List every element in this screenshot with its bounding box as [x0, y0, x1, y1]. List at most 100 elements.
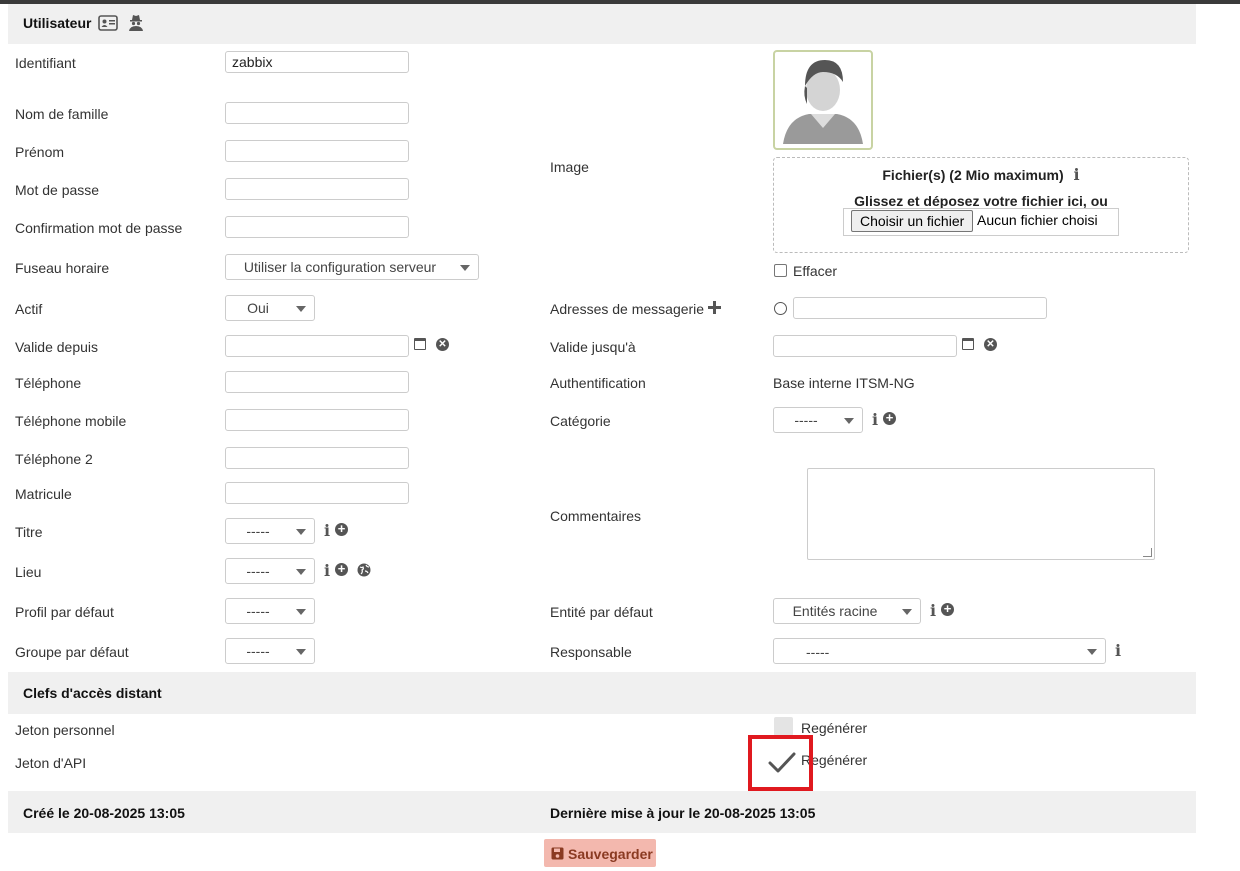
- id-card-icon[interactable]: [98, 15, 118, 34]
- timezone-select[interactable]: Utiliser la configuration serveur: [225, 254, 479, 280]
- label-commentaires: Commentaires: [550, 508, 642, 524]
- label-telephone: Téléphone: [15, 375, 82, 391]
- calendar-icon[interactable]: [962, 338, 974, 350]
- label-authentification: Authentification: [550, 375, 646, 391]
- file-input[interactable]: Choisir un fichier Aucun fichier choisi: [843, 208, 1119, 236]
- no-file-text: Aucun fichier choisi: [977, 212, 1098, 228]
- group-value: -----: [246, 643, 270, 659]
- label-tel2: Téléphone 2: [15, 451, 93, 467]
- resize-handle[interactable]: [1143, 548, 1152, 557]
- chevron-down-icon: [460, 265, 470, 271]
- label-effacer: Effacer: [793, 263, 838, 279]
- entity-select[interactable]: Entités racine: [773, 598, 921, 624]
- group-select[interactable]: -----: [225, 638, 315, 664]
- label-entite: Entité par défaut: [550, 604, 653, 620]
- responsable-value: -----: [806, 644, 830, 660]
- info-icon[interactable]: i: [324, 561, 330, 580]
- chevron-down-icon: [902, 609, 912, 615]
- add-icon[interactable]: +: [335, 562, 348, 576]
- section-header-keys: Clefs d'accès distant: [8, 672, 1196, 714]
- chevron-down-icon: [296, 569, 306, 575]
- chevron-down-icon: [296, 306, 306, 312]
- updated-date: Dernière mise à jour le 20-08-2025 13:05: [550, 805, 816, 821]
- avatar: [773, 50, 873, 150]
- profile-select[interactable]: -----: [225, 598, 315, 624]
- add-icon[interactable]: +: [941, 602, 954, 616]
- regenerate-api-checkbox[interactable]: [748, 735, 813, 791]
- mobile-phone-input[interactable]: [225, 409, 409, 431]
- created-date: Créé le 20-08-2025 13:05: [23, 805, 185, 821]
- effacer-checkbox[interactable]: [774, 264, 787, 277]
- regenerate-personal-checkbox[interactable]: [774, 717, 793, 736]
- label-lieu: Lieu: [15, 564, 42, 580]
- label-image: Image: [550, 159, 589, 175]
- save-button[interactable]: Sauvegarder: [544, 839, 656, 867]
- prenom-input[interactable]: [225, 140, 409, 162]
- label-identifiant: Identifiant: [15, 55, 76, 71]
- category-select[interactable]: -----: [773, 407, 863, 433]
- timezone-value: Utiliser la configuration serveur: [243, 259, 437, 275]
- titre-value: -----: [246, 523, 270, 539]
- nom-input[interactable]: [225, 102, 409, 124]
- label-prenom: Prénom: [15, 144, 65, 160]
- chevron-down-icon: [296, 609, 306, 615]
- check-icon: [768, 752, 796, 773]
- label-jeton-api: Jeton d'API: [15, 755, 87, 771]
- label-profil: Profil par défaut: [15, 604, 114, 620]
- add-icon[interactable]: +: [883, 411, 896, 425]
- responsable-select[interactable]: -----: [773, 638, 1106, 664]
- label-groupe: Groupe par défaut: [15, 644, 129, 660]
- plus-icon[interactable]: [708, 301, 721, 317]
- info-icon[interactable]: i: [1074, 165, 1080, 184]
- chevron-down-icon: [296, 529, 306, 535]
- email-input[interactable]: [793, 297, 1047, 319]
- label-titre: Titre: [15, 524, 43, 540]
- add-icon[interactable]: +: [335, 522, 348, 536]
- phone2-input[interactable]: [225, 447, 409, 469]
- label-matricule: Matricule: [15, 486, 72, 502]
- info-icon[interactable]: i: [930, 601, 936, 620]
- section-header-user: Utilisateur: [8, 4, 1196, 44]
- identifiant-input[interactable]: zabbix: [225, 51, 409, 73]
- label-fuseau: Fuseau horaire: [15, 260, 110, 276]
- default-email-radio[interactable]: [774, 302, 787, 315]
- chevron-down-icon: [1087, 649, 1097, 655]
- file-dropzone[interactable]: Fichier(s) (2 Mio maximum) i Glissez et …: [773, 157, 1189, 253]
- profile-value: -----: [246, 603, 270, 619]
- choose-file-button[interactable]: Choisir un fichier: [851, 210, 974, 232]
- save-label: Sauvegarder: [568, 846, 653, 862]
- save-icon: [551, 847, 564, 863]
- calendar-icon[interactable]: [414, 338, 426, 350]
- info-icon[interactable]: i: [324, 521, 330, 540]
- label-actif: Actif: [15, 301, 43, 317]
- password-input[interactable]: [225, 178, 409, 200]
- matricule-input[interactable]: [225, 482, 409, 504]
- label-confirmation: Confirmation mot de passe: [15, 220, 183, 236]
- clear-icon[interactable]: ✕: [436, 338, 449, 351]
- info-icon[interactable]: i: [1115, 641, 1121, 660]
- valid-until-input[interactable]: [773, 335, 957, 357]
- label-tel-mobile: Téléphone mobile: [15, 413, 127, 429]
- label-responsable: Responsable: [550, 644, 632, 660]
- comments-textarea[interactable]: [807, 468, 1155, 560]
- label-jeton-perso: Jeton personnel: [15, 722, 115, 738]
- entity-value: Entités racine: [792, 603, 878, 619]
- titre-select[interactable]: -----: [225, 518, 315, 544]
- footer-info: Créé le 20-08-2025 13:05 Dernière mise à…: [8, 791, 1196, 833]
- drop-text: Glissez et déposez votre fichier ici, ou: [854, 193, 1108, 209]
- label-valide-depuis: Valide depuis: [15, 339, 99, 355]
- password-confirm-input[interactable]: [225, 216, 409, 238]
- actif-select[interactable]: Oui: [225, 295, 315, 321]
- label-nom: Nom de famille: [15, 106, 109, 122]
- actif-value: Oui: [247, 300, 269, 316]
- upload-title: Fichier(s) (2 Mio maximum): [882, 167, 1064, 183]
- info-icon[interactable]: i: [872, 410, 878, 429]
- lieu-select[interactable]: -----: [225, 558, 315, 584]
- globe-icon[interactable]: [357, 563, 371, 580]
- user-secret-icon[interactable]: [128, 14, 144, 34]
- chevron-down-icon: [844, 418, 854, 424]
- section-title: Utilisateur: [23, 15, 92, 31]
- valid-from-input[interactable]: [225, 335, 409, 357]
- phone-input[interactable]: [225, 371, 409, 393]
- clear-icon[interactable]: ✕: [984, 338, 997, 351]
